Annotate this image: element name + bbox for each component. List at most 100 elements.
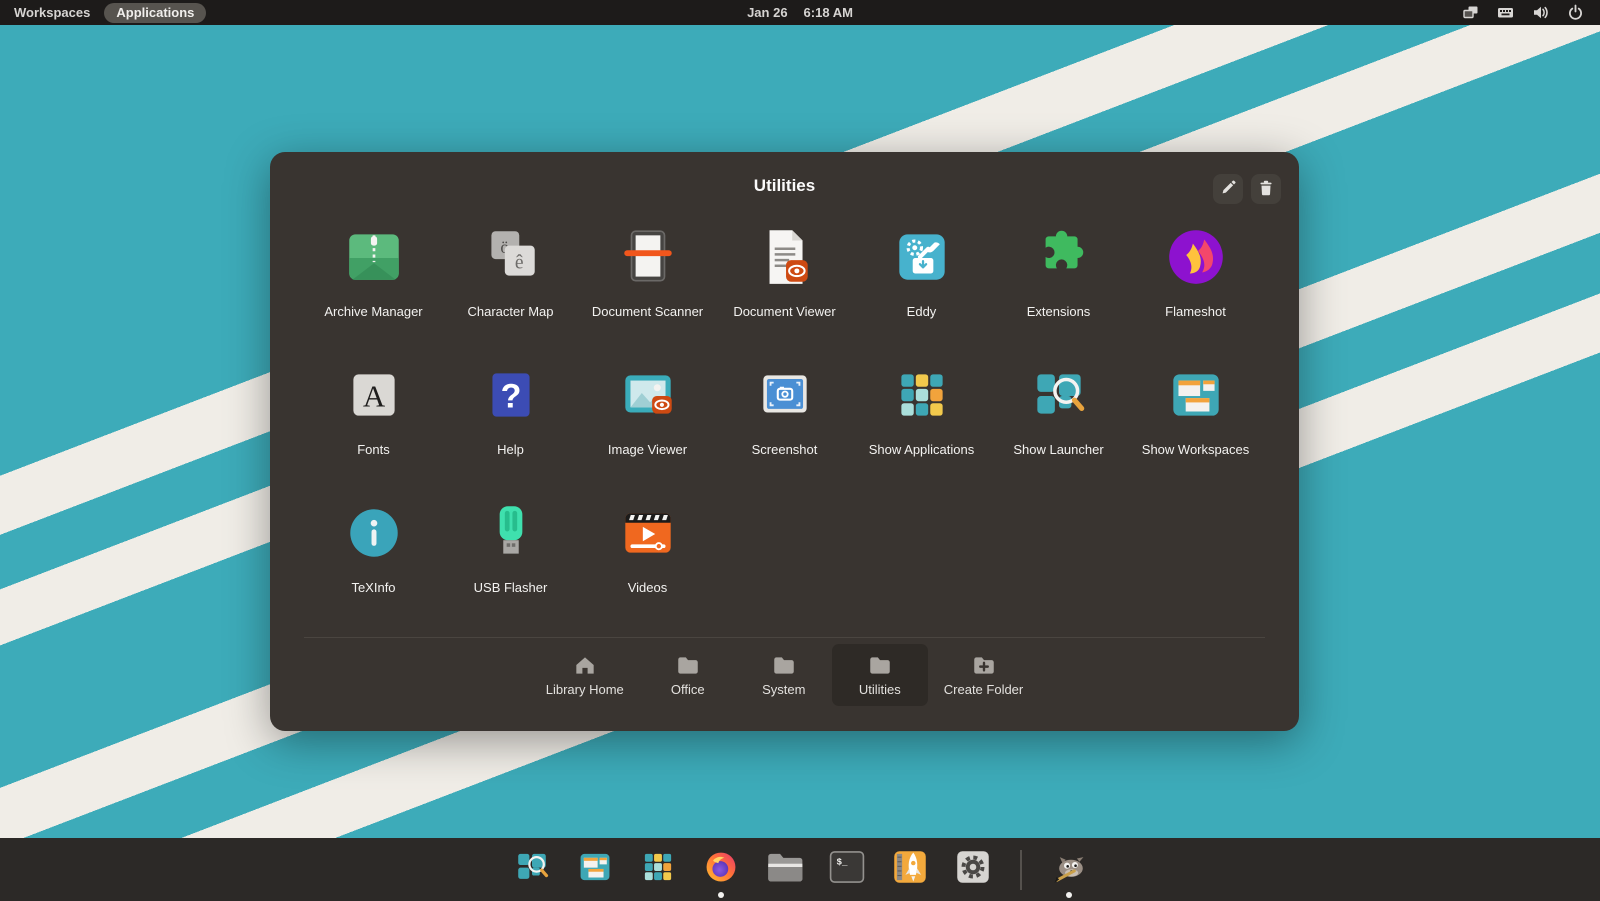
windows-overlap-icon[interactable] bbox=[1462, 4, 1479, 21]
app-extensions[interactable]: Extensions bbox=[990, 224, 1127, 362]
app-show-launcher[interactable]: Show Launcher bbox=[990, 362, 1127, 500]
tab-utilities[interactable]: Utilities bbox=[831, 644, 928, 706]
time-label: 6:18 AM bbox=[803, 5, 853, 20]
app-texinfo[interactable]: TeXInfo bbox=[305, 500, 442, 638]
image-viewer-icon bbox=[615, 362, 681, 428]
tab-library-home[interactable]: Library Home bbox=[530, 644, 640, 706]
folder-title: Utilities bbox=[753, 176, 816, 195]
app-label: USB Flasher bbox=[473, 580, 548, 595]
edit-folder-button[interactable] bbox=[1213, 174, 1243, 204]
app-videos[interactable]: Videos bbox=[579, 500, 716, 638]
app-label: Flameshot bbox=[1165, 304, 1226, 319]
app-document-scanner[interactable]: Document Scanner bbox=[579, 224, 716, 362]
app-label: Eddy bbox=[906, 304, 937, 319]
app-screenshot[interactable]: Screenshot bbox=[716, 362, 853, 500]
files-folder-icon bbox=[763, 846, 805, 893]
document-scanner-icon bbox=[615, 224, 681, 290]
trash-icon bbox=[1257, 179, 1275, 200]
show-workspaces-icon bbox=[1163, 362, 1229, 428]
svg-text:?: ? bbox=[500, 377, 521, 415]
workspaces-menu[interactable]: Workspaces bbox=[14, 5, 90, 20]
eddy-icon bbox=[889, 224, 955, 290]
app-usb-flasher[interactable]: USB Flasher bbox=[442, 500, 579, 638]
character-map-icon: öê bbox=[478, 224, 544, 290]
dock-divider bbox=[1019, 849, 1022, 890]
app-label: Document Scanner bbox=[591, 304, 704, 319]
gimp-icon bbox=[1048, 846, 1090, 893]
power-icon[interactable] bbox=[1567, 4, 1584, 21]
dock-show-workspaces[interactable] bbox=[573, 841, 617, 899]
tab-office[interactable]: Office bbox=[640, 644, 736, 706]
app-label: Videos bbox=[627, 580, 668, 595]
app-help[interactable]: ? Help bbox=[442, 362, 579, 500]
app-label: Character Map bbox=[467, 304, 554, 319]
pencil-icon bbox=[1219, 179, 1237, 200]
app-image-viewer[interactable]: Image Viewer bbox=[579, 362, 716, 500]
svg-text:$_: $_ bbox=[836, 856, 848, 867]
dock-files[interactable] bbox=[762, 841, 806, 899]
show-launcher-icon bbox=[511, 846, 553, 893]
top-bar: Workspaces Applications Jan 26 6:18 AM bbox=[0, 0, 1600, 25]
app-label: Show Applications bbox=[868, 442, 975, 457]
show-workspaces-icon bbox=[574, 846, 616, 893]
home-icon bbox=[572, 652, 598, 678]
app-label: Show Workspaces bbox=[1141, 442, 1250, 457]
new-folder-icon bbox=[971, 652, 997, 678]
app-fonts[interactable]: A Fonts bbox=[305, 362, 442, 500]
extensions-icon bbox=[1026, 224, 1092, 290]
app-show-workspaces[interactable]: Show Workspaces bbox=[1127, 362, 1264, 500]
screenshot-icon bbox=[752, 362, 818, 428]
folder-icon bbox=[867, 652, 893, 678]
system-tray[interactable] bbox=[1462, 4, 1600, 21]
create-folder-button[interactable]: Create Folder bbox=[928, 644, 1039, 706]
applications-menu[interactable]: Applications bbox=[104, 2, 207, 23]
app-label: Document Viewer bbox=[733, 304, 836, 319]
app-show-applications[interactable]: Show Applications bbox=[853, 362, 990, 500]
app-folder-dialog: Utilities Archive Manager öê Character M… bbox=[270, 152, 1299, 731]
delete-folder-button[interactable] bbox=[1251, 174, 1281, 204]
show-applications-icon bbox=[637, 846, 679, 893]
running-indicator bbox=[1065, 891, 1072, 898]
dock-gimp[interactable] bbox=[1047, 841, 1091, 899]
app-eddy[interactable]: Eddy bbox=[853, 224, 990, 362]
app-grid: Archive Manager öê Character Map Documen… bbox=[305, 224, 1264, 638]
dock-terminal[interactable]: $_ bbox=[825, 841, 869, 899]
videos-icon bbox=[615, 500, 681, 566]
rocket-icon bbox=[889, 846, 931, 893]
app-label: Extensions bbox=[1026, 304, 1091, 319]
document-viewer-icon bbox=[752, 224, 818, 290]
svg-text:ê: ê bbox=[514, 252, 523, 273]
app-label: Archive Manager bbox=[324, 304, 423, 319]
terminal-icon: $_ bbox=[826, 846, 868, 893]
usb-flasher-icon bbox=[478, 500, 544, 566]
dock-firefox[interactable] bbox=[699, 841, 743, 899]
divider bbox=[304, 637, 1265, 638]
fonts-icon: A bbox=[341, 362, 407, 428]
running-indicator bbox=[717, 891, 724, 898]
dock: $_ bbox=[0, 838, 1600, 901]
archive-manager-icon bbox=[341, 224, 407, 290]
firefox-icon bbox=[700, 846, 742, 893]
keyboard-icon[interactable] bbox=[1497, 4, 1514, 21]
svg-text:A: A bbox=[362, 378, 385, 413]
dock-show-launcher[interactable] bbox=[510, 841, 554, 899]
clock-menu[interactable]: Jan 26 6:18 AM bbox=[747, 5, 853, 20]
app-character-map[interactable]: öê Character Map bbox=[442, 224, 579, 362]
app-document-viewer[interactable]: Document Viewer bbox=[716, 224, 853, 362]
app-label: Fonts bbox=[357, 442, 390, 457]
dock-app-launcher[interactable] bbox=[888, 841, 932, 899]
dock-settings[interactable] bbox=[951, 841, 995, 899]
show-launcher-icon bbox=[1026, 362, 1092, 428]
category-tab-bar: Library Home Office System Utilities Cre… bbox=[270, 644, 1299, 706]
app-label: Help bbox=[497, 442, 524, 457]
gear-icon bbox=[952, 846, 994, 893]
tab-system[interactable]: System bbox=[736, 644, 832, 706]
app-label: Image Viewer bbox=[607, 442, 688, 457]
app-label: Screenshot bbox=[751, 442, 818, 457]
show-applications-icon bbox=[889, 362, 955, 428]
dock-show-applications[interactable] bbox=[636, 841, 680, 899]
app-flameshot[interactable]: Flameshot bbox=[1127, 224, 1264, 362]
app-archive-manager[interactable]: Archive Manager bbox=[305, 224, 442, 362]
app-label: Show Launcher bbox=[1013, 442, 1104, 457]
volume-icon[interactable] bbox=[1532, 4, 1549, 21]
